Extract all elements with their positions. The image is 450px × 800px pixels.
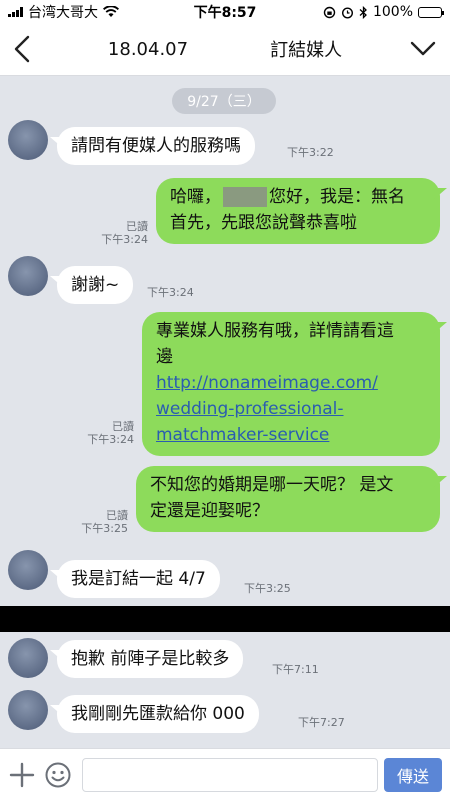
message-input[interactable] [82,758,378,792]
chat-header: 18.04.07 訂結媒人 [0,24,450,76]
message-text: 您好，我是：無名 [269,187,405,207]
incoming-message[interactable]: 抱歉 前陣子是比較多 [57,640,244,678]
message-text: 專業媒人服務有哦，詳情請看這 [156,321,394,341]
chat-area-continued[interactable]: 抱歉 前陣子是比較多 下午7:11 我剛剛先匯款給你 000 下午7:27 [0,632,450,748]
message-text: 哈囉， [170,187,221,207]
redacted-name [223,187,267,207]
message-input-bar: 傳送 [0,748,450,800]
redacted-name [194,38,265,60]
message-text: 不知您的婚期是哪一天呢？ 是文 [150,475,394,495]
date-separator: 9/27（三） [172,88,276,114]
black-divider [0,606,450,632]
read-label: 已讀 [126,220,148,233]
wifi-icon [103,6,119,17]
chat-title: 18.04.07 訂結媒人 [0,24,450,74]
message-text: 首先，先跟您說聲恭喜啦 [170,213,357,233]
status-right: 100% [323,4,444,20]
rotation-lock-icon [323,6,336,18]
avatar[interactable] [8,690,48,730]
outgoing-message[interactable]: 不知您的婚期是哪一天呢？ 是文 定還是迎娶呢？ [136,466,440,532]
read-label: 已讀 [112,420,134,433]
chat-area[interactable]: 9/27（三） 請問有便媒人的服務嗎 下午3:22 已讀 下午3:24 哈囉， 您… [0,76,450,606]
outgoing-message[interactable]: 哈囉， 您好，我是：無名 首先，先跟您說聲恭喜啦 [156,178,440,244]
read-label: 已讀 [106,509,128,522]
send-button[interactable]: 傳送 [384,758,442,792]
url-link[interactable]: matchmaker-service [156,425,329,445]
read-receipt: 已讀 下午3:25 [72,509,128,535]
avatar[interactable] [8,638,48,678]
incoming-message[interactable]: 請問有便媒人的服務嗎 [57,127,255,165]
avatar[interactable] [8,256,48,296]
url-link[interactable]: wedding-professional- [156,399,344,419]
plus-icon[interactable] [8,761,36,789]
battery-icon [418,6,444,18]
outgoing-message[interactable]: 專業媒人服務有哦，詳情請看這 邊 http://nonameimage.com/… [142,312,440,456]
incoming-message[interactable]: 我是訂結一起 4/7 [57,560,220,598]
chat-title-date: 18.04.07 [107,38,189,60]
avatar[interactable] [8,550,48,590]
incoming-message[interactable]: 謝謝~ [57,266,134,304]
read-receipt: 已讀 下午3:24 [76,420,134,446]
message-time: 下午3:24 [147,286,194,299]
message-time: 下午3:22 [287,146,334,159]
avatar[interactable] [8,120,48,160]
emoji-icon[interactable] [44,761,72,789]
message-time: 下午3:24 [101,233,148,246]
message-time: 下午7:27 [298,716,345,729]
carrier-label: 台湾大哥大 [28,5,98,21]
alarm-icon [341,6,353,19]
battery-percent: 100% [372,4,413,20]
message-time: 下午7:11 [272,663,319,676]
status-left: 台湾大哥大 [8,2,119,22]
message-time: 下午3:25 [81,522,128,535]
message-text: 邊 [156,347,173,367]
url-link[interactable]: http://nonameimage.com/ [156,373,378,393]
bluetooth-icon [359,5,367,19]
status-bar: 台湾大哥大 下午8:57 100% [0,0,450,24]
message-text: 定還是迎娶呢？ [150,501,269,521]
chat-title-suffix: 訂結媒人 [270,40,343,61]
read-receipt: 已讀 下午3:24 [92,220,148,246]
incoming-message[interactable]: 我剛剛先匯款給你 000 [57,695,259,733]
message-time: 下午3:24 [87,433,134,446]
signal-icon [8,7,23,17]
chevron-down-icon[interactable] [408,36,438,62]
message-time: 下午3:25 [244,582,291,595]
